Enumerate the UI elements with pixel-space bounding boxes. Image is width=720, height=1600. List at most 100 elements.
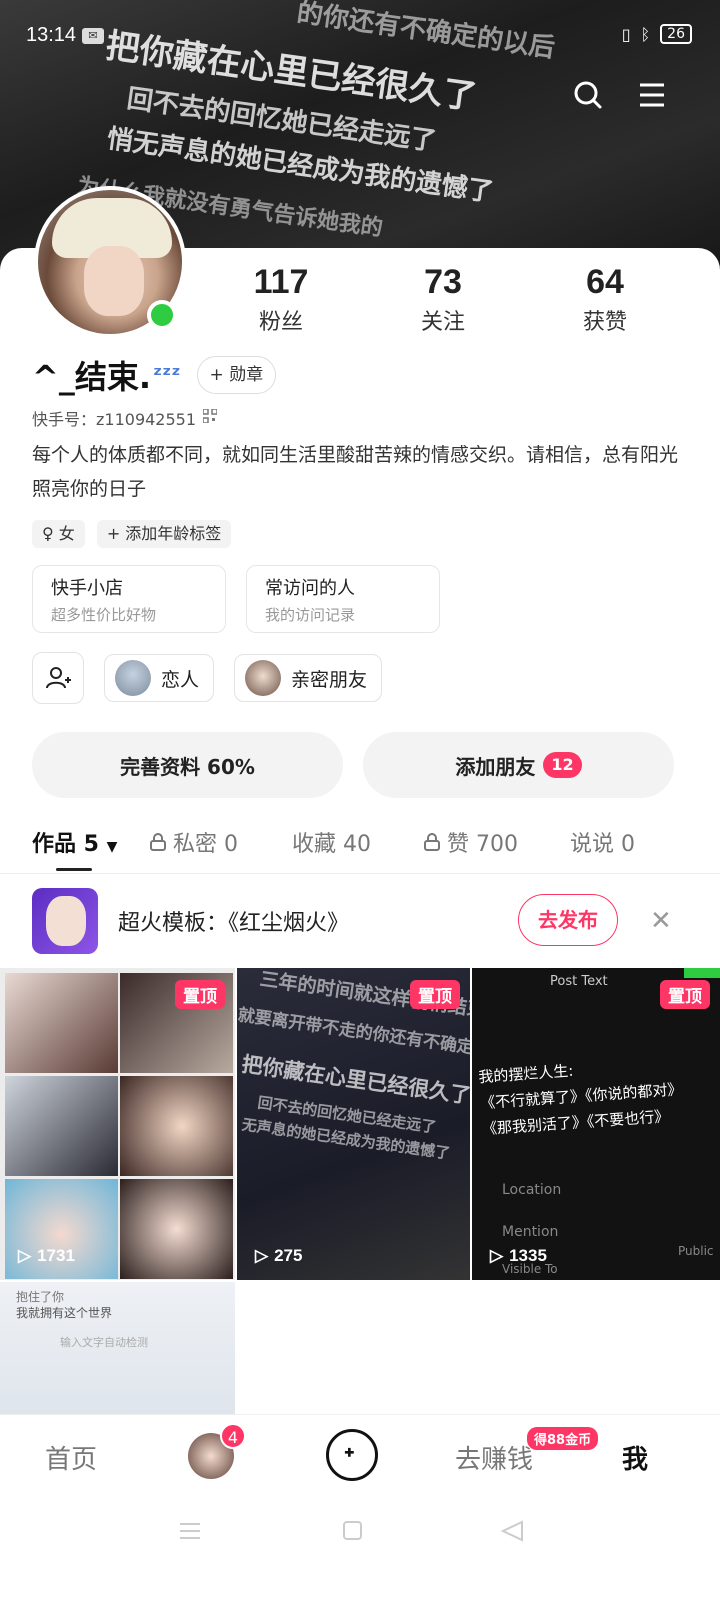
menu-icon bbox=[180, 1523, 200, 1539]
image-text: 我就拥有这个世界 bbox=[16, 1306, 113, 1320]
promo-thumbnail bbox=[32, 888, 98, 954]
card-title: 常访问的人 bbox=[265, 578, 355, 599]
bio[interactable]: 每个人的体质都不同，就如同生活里酸甜苦辣的情感交织。请相信，总有阳光照亮你的日子 bbox=[32, 438, 682, 506]
image-text: Mention bbox=[502, 1224, 559, 1240]
dropdown-icon: ▼ bbox=[106, 839, 118, 855]
collage-photo bbox=[120, 1179, 233, 1279]
collage-photo bbox=[120, 1076, 233, 1176]
play-count: ▷ 1335 bbox=[490, 1246, 547, 1266]
add-friend-button[interactable]: 添加朋友 12 bbox=[363, 732, 674, 798]
gender-tag[interactable]: ♀ 女 bbox=[32, 520, 85, 548]
close-icon[interactable]: ✕ bbox=[650, 906, 672, 936]
tab-label: 作品 5 bbox=[32, 832, 99, 857]
likes-stat[interactable]: 64 获赞 bbox=[524, 262, 686, 336]
collage bbox=[0, 968, 235, 1280]
stats-row: 117 粉丝 73 关注 64 获赞 bbox=[200, 262, 720, 336]
relation-close-friend[interactable]: 亲密朋友 bbox=[234, 654, 383, 702]
qr-code-icon[interactable] bbox=[203, 409, 217, 423]
likes-count: 64 bbox=[586, 263, 624, 301]
tags-row: ♀ 女 + 添加年龄标签 bbox=[32, 520, 232, 548]
kuaishou-shop-card[interactable]: 快手小店 超多性价比好物 bbox=[32, 565, 226, 633]
followers-count: 117 bbox=[253, 263, 309, 301]
work-item[interactable]: 三年的时间就这样悄悄结束 就要离开带不走的你还有不确定的 把你藏在心里已经很久了… bbox=[237, 968, 470, 1280]
battery-icon: 26 bbox=[660, 24, 692, 44]
frequent-visitors-card[interactable]: 常访问的人 我的访问记录 bbox=[246, 565, 440, 633]
add-badge-button[interactable]: + 勋章 bbox=[196, 356, 277, 394]
tab-works[interactable]: 作品 5 ▼ bbox=[32, 826, 117, 858]
tab-posts[interactable]: 说说 0 bbox=[570, 826, 635, 858]
image-text: 抱住了你 bbox=[16, 1290, 65, 1304]
user-id[interactable]: 快手号：z110942551 bbox=[32, 406, 196, 430]
active-tab-indicator bbox=[56, 868, 92, 871]
work-item[interactable]: 抱住了你 我就拥有这个世界 输入文字自动检测 bbox=[0, 1282, 235, 1414]
tab-liked[interactable]: 赞 700 bbox=[424, 826, 518, 858]
action-row: 完善资料 60% 添加朋友 12 bbox=[32, 732, 674, 798]
image-text: 我的摆烂人生: 《不行就算了》《你说的都对》 《那我别活了》《不要也行》 bbox=[477, 1061, 683, 1139]
tab-label: 收藏 40 bbox=[292, 832, 371, 857]
friend-request-count: 12 bbox=[543, 752, 582, 778]
corner-tag bbox=[684, 968, 720, 978]
username: ^_结束. bbox=[32, 358, 151, 396]
menu-icon[interactable] bbox=[632, 75, 672, 115]
tab-label: 说说 0 bbox=[570, 832, 635, 857]
template-promo[interactable]: 超火模板：《红尘烟火》 去发布 ✕ bbox=[0, 875, 720, 967]
earn-coins-badge: 得88金币 bbox=[527, 1427, 599, 1450]
play-count-value: 1731 bbox=[37, 1246, 75, 1265]
name-row: ^_结束. ᶻᶻᶻ + 勋章 bbox=[32, 352, 277, 398]
notification-icon: ✉ bbox=[82, 28, 104, 44]
followers-stat[interactable]: 117 粉丝 bbox=[200, 262, 362, 336]
pinned-badge: 置顶 bbox=[660, 980, 710, 1009]
image-text: Location bbox=[502, 1182, 562, 1198]
sleep-emoji: ᶻᶻᶻ bbox=[152, 362, 181, 388]
work-item[interactable]: 置顶 ▷ 1731 bbox=[0, 968, 235, 1280]
image-text: 输入文字自动检测 bbox=[60, 1336, 148, 1349]
pinned-badge: 置顶 bbox=[175, 980, 225, 1009]
work-item[interactable]: Post Text 我的摆烂人生: 《不行就算了》《你说的都对》 《那我别活了》… bbox=[472, 968, 720, 1280]
nav-me[interactable]: 我 bbox=[622, 1439, 648, 1476]
nav-home[interactable]: 首页 bbox=[45, 1439, 97, 1476]
collage-photo bbox=[5, 973, 118, 1073]
following-count: 73 bbox=[424, 263, 462, 301]
relation-lover[interactable]: 恋人 bbox=[104, 654, 215, 702]
publish-button[interactable]: 去发布 bbox=[518, 894, 618, 946]
create-plus-icon[interactable] bbox=[326, 1429, 378, 1481]
bluetooth-icon: ᛒ bbox=[640, 24, 651, 44]
content-tabs: 作品 5 ▼ 私密 0 收藏 40 赞 700 说说 0 bbox=[0, 820, 720, 874]
relation-label: 亲密朋友 bbox=[291, 668, 368, 691]
promo-text: 超火模板：《红尘烟火》 bbox=[118, 911, 350, 936]
add-relation-button[interactable] bbox=[32, 652, 84, 704]
tab-favorites[interactable]: 收藏 40 bbox=[292, 826, 371, 858]
avatar bbox=[245, 660, 282, 696]
avatar bbox=[115, 660, 151, 696]
add-age-tag[interactable]: + 添加年龄标签 bbox=[96, 520, 232, 548]
complete-profile-button[interactable]: 完善资料 60% bbox=[32, 732, 343, 798]
promo-face bbox=[46, 896, 86, 946]
status-icons: ▯ ᛒ 26 bbox=[622, 24, 692, 44]
play-count-value: 275 bbox=[274, 1246, 303, 1265]
vibrate-icon: ▯ bbox=[621, 24, 631, 44]
play-count-value: 1335 bbox=[509, 1246, 547, 1265]
online-status-dot bbox=[147, 300, 177, 330]
following-stat[interactable]: 73 关注 bbox=[362, 262, 524, 336]
system-nav-bar bbox=[180, 1520, 523, 1542]
nav-earn[interactable]: 去赚钱 bbox=[455, 1439, 533, 1476]
button-label: 添加朋友 bbox=[455, 754, 536, 779]
collage-photo bbox=[5, 1076, 118, 1176]
image-text: Public bbox=[678, 1244, 714, 1258]
card-subtitle: 我的访问记录 bbox=[265, 606, 356, 624]
avatar-face bbox=[84, 246, 144, 316]
following-label: 关注 bbox=[420, 310, 465, 335]
pinned-badge: 置顶 bbox=[410, 980, 460, 1009]
image-text: Post Text bbox=[550, 974, 608, 989]
tab-private[interactable]: 私密 0 bbox=[150, 826, 238, 858]
button-label: 完善资料 60% bbox=[120, 754, 255, 779]
play-icon: ▷ bbox=[255, 1246, 269, 1265]
tab-label: 赞 700 bbox=[447, 832, 518, 857]
status-bar: 13:14 ✉ ▯ ᛒ 26 bbox=[0, 18, 720, 54]
play-icon: ▷ bbox=[490, 1246, 504, 1265]
play-count: ▷ 1731 bbox=[18, 1246, 75, 1266]
search-icon[interactable] bbox=[568, 75, 608, 115]
tab-label: 私密 0 bbox=[173, 832, 238, 857]
play-count: ▷ 275 bbox=[255, 1246, 302, 1266]
card-subtitle: 超多性价比好物 bbox=[51, 606, 157, 624]
